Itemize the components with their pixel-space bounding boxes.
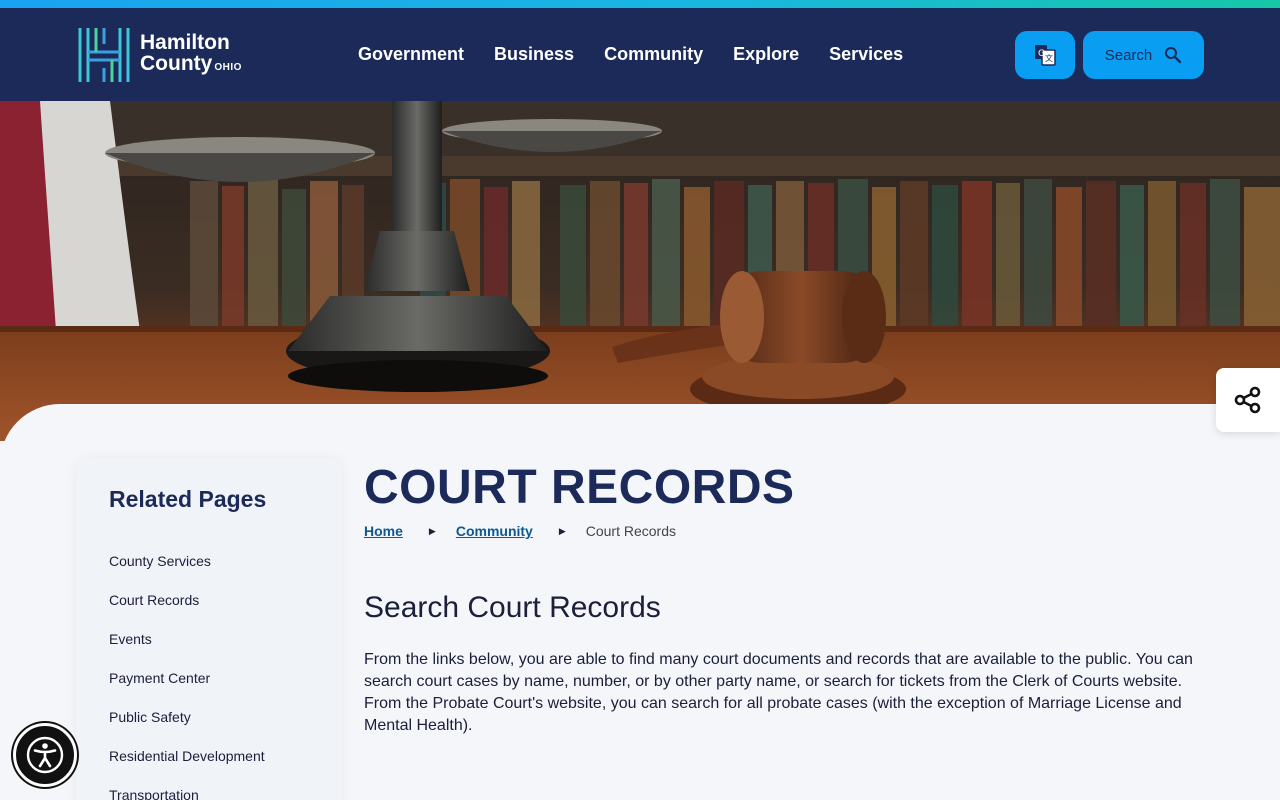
breadcrumb-separator-icon: ▶ <box>428 525 436 536</box>
search-button-label: Search <box>1104 46 1153 64</box>
related-pages-list: County Services Court Records Events Pay… <box>109 553 342 800</box>
svg-text:G: G <box>1038 49 1045 59</box>
breadcrumb-separator-icon: ▶ <box>558 525 566 536</box>
sidebar-item-county-services[interactable]: County Services <box>109 553 342 592</box>
logo-line1: Hamilton <box>140 31 230 54</box>
sidebar-item-residential-development[interactable]: Residential Development <box>109 748 342 787</box>
sidebar-item-payment-center[interactable]: Payment Center <box>109 670 342 709</box>
hero-image-scales-gavel <box>0 101 1280 441</box>
share-button[interactable] <box>1216 368 1280 432</box>
logo-wordmark: Hamilton County OHIO <box>140 32 242 78</box>
intro-paragraph: From the links below, you are able to fi… <box>364 651 1193 734</box>
breadcrumb: Home ▶ Community ▶ Court Records <box>364 523 1204 539</box>
nav-business[interactable]: Business <box>494 44 574 65</box>
logo-state: OHIO <box>214 62 242 73</box>
sidebar-item-court-records[interactable]: Court Records <box>109 592 342 631</box>
breadcrumb-community[interactable]: Community <box>456 523 533 539</box>
accessibility-icon <box>26 736 64 774</box>
site-header: Hamilton County OHIO Government Business … <box>0 8 1280 101</box>
page-title: COURT RECORDS <box>364 461 795 514</box>
sidebar-title: Related Pages <box>109 486 267 512</box>
sidebar-item-transportation[interactable]: Transportation <box>109 787 342 800</box>
share-icon <box>1234 386 1261 414</box>
nav-community[interactable]: Community <box>604 44 703 65</box>
search-icon <box>1165 47 1182 64</box>
translate-button[interactable]: G 文 <box>1015 31 1075 79</box>
hamilton-h-logo-icon <box>78 28 130 82</box>
site-logo[interactable]: Hamilton County OHIO <box>76 24 242 86</box>
top-accent-stripe <box>0 0 1280 8</box>
hero-illustration <box>0 101 1280 441</box>
sidebar-item-public-safety[interactable]: Public Safety <box>109 709 342 748</box>
section-heading: Search Court Records <box>364 591 661 624</box>
nav-explore[interactable]: Explore <box>733 44 799 65</box>
accessibility-button[interactable] <box>13 723 77 787</box>
translate-icon: G 文 <box>1035 45 1056 66</box>
svg-text:文: 文 <box>1045 53 1053 63</box>
sidebar-item-events[interactable]: Events <box>109 631 342 670</box>
related-pages-sidebar: Related Pages County Services Court Reco… <box>76 458 342 800</box>
logo-line2: County <box>140 52 213 75</box>
nav-services[interactable]: Services <box>829 44 903 65</box>
breadcrumb-current: Court Records <box>585 523 677 539</box>
breadcrumb-home[interactable]: Home <box>364 523 403 539</box>
nav-government[interactable]: Government <box>358 44 464 65</box>
main-navigation: Government Business Community Explore Se… <box>358 44 903 65</box>
search-button[interactable]: Search <box>1083 31 1204 79</box>
main-content: COURT RECORDS Home ▶ Community ▶ Court R… <box>364 458 1204 737</box>
